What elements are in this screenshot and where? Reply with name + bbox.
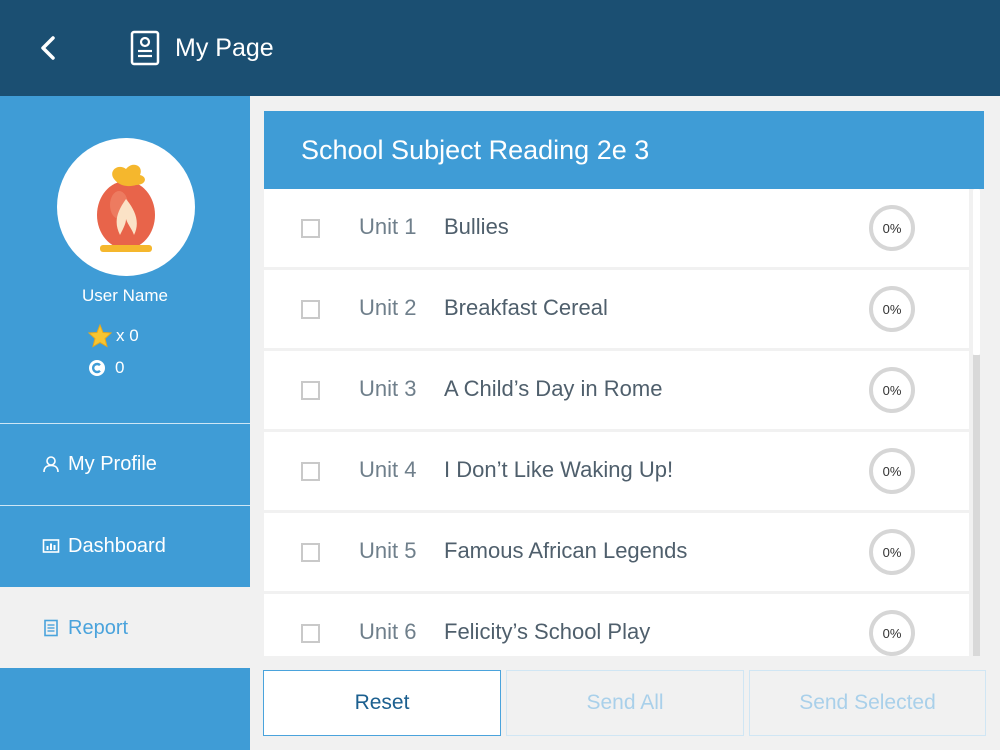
sidebar-item-my-profile[interactable]: My Profile [0, 423, 250, 504]
avatar [57, 138, 195, 276]
coin-count: 0 [88, 358, 124, 378]
send-all-button[interactable]: Send All [506, 670, 744, 736]
chevron-left-icon [41, 36, 55, 60]
unit-row[interactable]: Unit 2 Breakfast Cereal 0% [264, 270, 969, 348]
back-button[interactable] [30, 30, 66, 66]
report-icon [44, 619, 58, 637]
scrollbar-track[interactable] [973, 355, 980, 656]
scrollbar-thumb[interactable] [973, 189, 980, 355]
unit-checkbox[interactable] [301, 219, 320, 238]
unit-title: Famous African Legends [444, 538, 688, 563]
unit-checkbox[interactable] [301, 543, 320, 562]
unit-title: A Child’s Day in Rome [444, 376, 663, 401]
sidebar: User Name x 0 0 My Profile Dashboard Rep… [0, 96, 250, 750]
unit-title: Felicity’s School Play [444, 619, 651, 644]
user-name: User Name [82, 286, 168, 305]
progress-indicator: 0% [869, 529, 915, 575]
unit-title: Bullies [444, 214, 509, 239]
star-icon [88, 324, 112, 348]
scrollbar[interactable] [971, 189, 982, 656]
unit-row[interactable]: Unit 1 Bullies 0% [264, 189, 969, 267]
document-icon [130, 30, 160, 66]
unit-list[interactable]: Unit 1 Bullies 0% Unit 2 Breakfast Cerea… [264, 189, 984, 656]
page-title: My Page [175, 34, 274, 62]
progress-indicator: 0% [869, 610, 915, 656]
unit-row[interactable]: Unit 5 Famous African Legends 0% [264, 513, 969, 591]
progress-indicator: 0% [869, 286, 915, 332]
book-title: School Subject Reading 2e 3 [301, 135, 650, 165]
unit-title: Breakfast Cereal [444, 295, 608, 320]
unit-title: I Don’t Like Waking Up! [444, 457, 674, 482]
coin-icon [89, 360, 105, 376]
send-selected-button[interactable]: Send Selected [749, 670, 986, 736]
unit-number: Unit 3 [359, 376, 417, 401]
egg-character-icon [97, 164, 155, 252]
star-count: x 0 [88, 324, 139, 348]
unit-number: Unit 5 [359, 538, 417, 563]
progress-indicator: 0% [869, 367, 915, 413]
unit-row[interactable]: Unit 6 Felicity’s School Play 0% [264, 594, 969, 656]
reset-button[interactable]: Reset [263, 670, 501, 736]
chart-icon [42, 539, 60, 553]
person-icon [43, 456, 59, 473]
unit-number: Unit 2 [359, 295, 417, 320]
sidebar-item-label: Dashboard [68, 534, 166, 557]
unit-number: Unit 1 [359, 214, 417, 239]
sidebar-item-report[interactable]: Report [0, 587, 250, 668]
unit-checkbox[interactable] [301, 624, 320, 643]
book-header: School Subject Reading 2e 3 [264, 111, 984, 189]
unit-row[interactable]: Unit 4 I Don’t Like Waking Up! 0% [264, 432, 969, 510]
unit-checkbox[interactable] [301, 381, 320, 400]
unit-row[interactable]: Unit 3 A Child’s Day in Rome 0% [264, 351, 969, 429]
coin-count-value: 0 [115, 358, 125, 377]
sidebar-item-label: Report [68, 616, 129, 639]
unit-number: Unit 6 [359, 619, 417, 644]
unit-number: Unit 4 [359, 457, 417, 482]
sidebar-item-dashboard[interactable]: Dashboard [0, 505, 250, 586]
sidebar-item-label: My Profile [68, 452, 157, 475]
unit-checkbox[interactable] [301, 300, 320, 319]
progress-indicator: 0% [869, 448, 915, 494]
top-bar: My Page [0, 0, 1000, 96]
unit-checkbox[interactable] [301, 462, 320, 481]
star-count-value: x 0 [116, 326, 139, 345]
progress-indicator: 0% [869, 205, 915, 251]
